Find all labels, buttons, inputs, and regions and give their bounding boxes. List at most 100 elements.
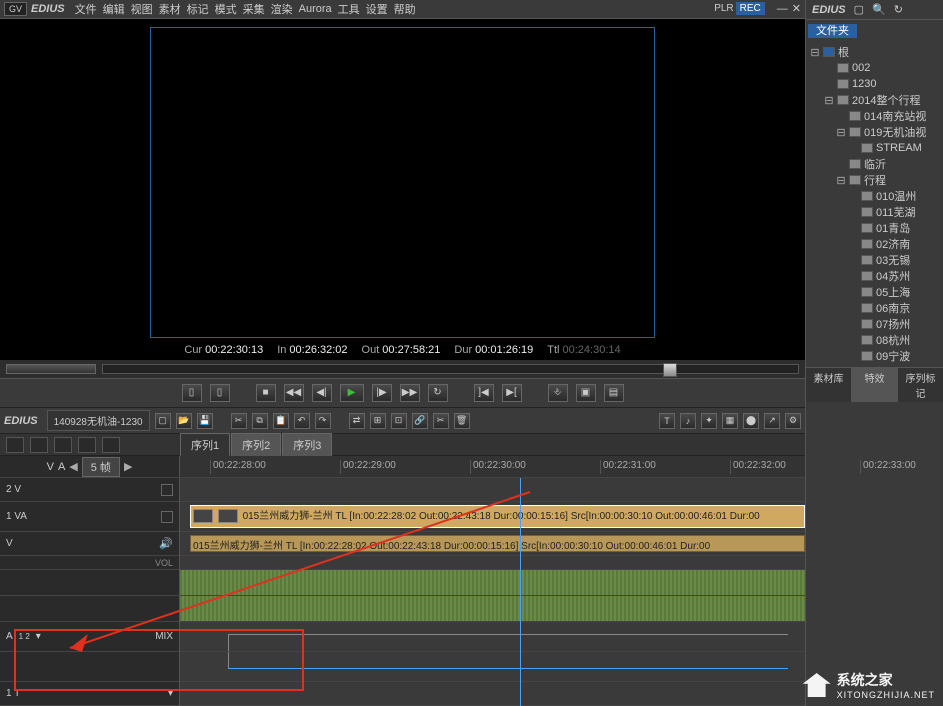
track-head-audio1[interactable] (0, 570, 179, 596)
tool-magnet-icon[interactable] (102, 437, 120, 453)
new-sequence-icon[interactable]: ▢ (155, 413, 171, 429)
bin-tab-effects[interactable]: 特效 (852, 368, 898, 402)
playhead[interactable] (520, 478, 521, 706)
tab-sequence-2[interactable]: 序列2 (231, 433, 281, 457)
track-lane-audio-wave2[interactable] (180, 596, 805, 622)
bin-node[interactable]: ⊟019无机油视 (808, 124, 941, 140)
bin-node[interactable]: 08杭州 (808, 332, 941, 348)
bin-tab-markers[interactable]: 序列标记 (898, 368, 943, 402)
menu-view[interactable]: 视图 (131, 1, 153, 17)
bin-node[interactable]: 010温州 (808, 188, 941, 204)
menu-clip[interactable]: 素材 (159, 1, 181, 17)
copy-icon[interactable]: ⧉ (252, 413, 268, 429)
menu-marker[interactable]: 标记 (187, 1, 209, 17)
redo-icon[interactable]: ↷ (315, 413, 331, 429)
split-icon[interactable]: ✂ (433, 413, 449, 429)
ripple-icon[interactable]: ⇄ (349, 413, 365, 429)
next-frame-icon[interactable]: |▶ (372, 384, 392, 402)
timeline-content[interactable]: 015兰州威力狮-兰州 TL [In:00:22:28:02 Out:00:22… (180, 478, 805, 706)
bin-node[interactable]: STREAM (808, 140, 941, 156)
tool-select-icon[interactable] (6, 437, 24, 453)
timeline-ruler[interactable]: 00:22:28:00 00:22:29:00 00:22:30:00 00:2… (180, 456, 805, 477)
timeline-zoom-control[interactable]: VA ◀ 5 帧 ▶ (0, 456, 180, 477)
bin-refresh-icon[interactable]: ↻ (894, 3, 903, 16)
track-head-vol[interactable]: VOL (0, 556, 179, 570)
speaker-icon[interactable]: 🔊 (159, 537, 173, 550)
settings-icon[interactable]: ⚙ (785, 413, 801, 429)
track-head-t1[interactable]: 1 T▾ (0, 682, 179, 706)
track-lane-va1-audio[interactable]: 015兰州威力狮-兰州 TL [In:00:22:28:02 Out:00:22… (180, 532, 805, 556)
track-lane-a1-upper[interactable] (180, 622, 805, 652)
bin-node[interactable]: 1230 (808, 76, 941, 92)
bin-tab-folder[interactable]: 文件夹 (808, 24, 857, 38)
undo-icon[interactable]: ↶ (294, 413, 310, 429)
clip-va1-video[interactable]: 015兰州威力狮-兰州 TL [In:00:22:28:02 Out:00:22… (190, 505, 805, 528)
track-head-audio2[interactable] (0, 596, 179, 622)
menu-capture[interactable]: 采集 (243, 1, 265, 17)
bin-node[interactable]: 01青岛 (808, 220, 941, 236)
track-lane-a1-lower[interactable] (180, 652, 805, 682)
mode-rec[interactable]: REC (736, 2, 765, 15)
delete-icon[interactable]: 🗑 (454, 413, 470, 429)
mode-plr[interactable]: PLR (714, 3, 733, 14)
next-edit-icon[interactable]: ▶[ (502, 384, 522, 402)
bin-folder-icon[interactable]: ▢ (854, 3, 864, 16)
bin-node[interactable]: 05上海 (808, 284, 941, 300)
menu-edit[interactable]: 编辑 (103, 1, 125, 17)
overwrite-icon[interactable]: ▣ (576, 384, 596, 402)
tool-razor-icon[interactable] (30, 437, 48, 453)
effect-icon[interactable]: ✦ (701, 413, 717, 429)
tab-sequence-1[interactable]: 序列1 (180, 433, 230, 457)
bin-node[interactable]: 09宁波 (808, 348, 941, 364)
set-in-icon[interactable]: ▯ (182, 384, 202, 402)
zoom-level[interactable]: 5 帧 (82, 457, 120, 477)
replace-icon[interactable]: ▤ (604, 384, 624, 402)
bin-tree[interactable]: ⊟根 0021230⊟2014整个行程014南充站视⊟019无机油视STREAM… (806, 40, 943, 384)
play-icon[interactable]: ▶ (340, 384, 364, 402)
fast-forward-icon[interactable]: ▶▶ (400, 384, 420, 402)
track-lane-audio-wave1[interactable] (180, 570, 805, 596)
stop-icon[interactable]: ■ (256, 384, 276, 402)
track-lane-v2[interactable] (180, 478, 805, 502)
menu-render[interactable]: 渲染 (271, 1, 293, 17)
timeline-sequence-name[interactable]: 140928无机油-1230 (47, 410, 150, 431)
render-icon[interactable]: ⬤ (743, 413, 759, 429)
link-icon[interactable]: 🔗 (412, 413, 428, 429)
snap-icon[interactable]: ⊞ (370, 413, 386, 429)
tool-zoom-icon[interactable] (78, 437, 96, 453)
menu-tools[interactable]: 工具 (338, 1, 360, 17)
title-icon[interactable]: T (659, 413, 675, 429)
bin-node[interactable]: 03无锡 (808, 252, 941, 268)
track-head-va1-audio[interactable]: V🔊 (0, 532, 179, 556)
clip-va1-audio[interactable]: 015兰州威力狮-兰州 TL [In:00:22:28:02 Out:00:22… (190, 535, 805, 552)
export-icon[interactable]: ↗ (764, 413, 780, 429)
bin-node[interactable]: 临沂 (808, 156, 941, 172)
loop-icon[interactable]: ↻ (428, 384, 448, 402)
bin-node[interactable]: ⊟行程 (808, 172, 941, 188)
track-head-va1[interactable]: 1 VA (0, 502, 179, 532)
bin-node[interactable]: 07扬州 (808, 316, 941, 332)
preview-viewport[interactable] (150, 27, 655, 338)
bin-tab-library[interactable]: 素材库 (806, 368, 852, 402)
close-icon[interactable]: ✕ (792, 2, 801, 15)
menu-settings[interactable]: 设置 (366, 1, 388, 17)
cut-icon[interactable]: ✂ (231, 413, 247, 429)
track-lane-t1[interactable] (180, 682, 805, 706)
scrub-thumb[interactable] (663, 363, 677, 377)
track-lane-vol[interactable] (180, 556, 805, 570)
tab-sequence-3[interactable]: 序列3 (282, 433, 332, 457)
scrub-track[interactable] (102, 364, 799, 374)
bin-search-icon[interactable]: 🔍 (872, 3, 886, 16)
bin-node[interactable]: 014南充站视 (808, 108, 941, 124)
bin-node[interactable]: ⊟2014整个行程 (808, 92, 941, 108)
menu-file[interactable]: 文件 (75, 1, 97, 17)
menu-help[interactable]: 帮助 (394, 1, 416, 17)
save-icon[interactable]: 💾 (197, 413, 213, 429)
prev-frame-icon[interactable]: ◀| (312, 384, 332, 402)
audio-icon[interactable]: ♪ (680, 413, 696, 429)
minimize-icon[interactable]: — (777, 3, 788, 15)
bin-node[interactable]: 04苏州 (808, 268, 941, 284)
set-out-icon[interactable]: ▯ (210, 384, 230, 402)
track-lane-va1-video[interactable]: 015兰州威力狮-兰州 TL [In:00:22:28:02 Out:00:22… (180, 502, 805, 532)
layout-icon[interactable]: ▦ (722, 413, 738, 429)
